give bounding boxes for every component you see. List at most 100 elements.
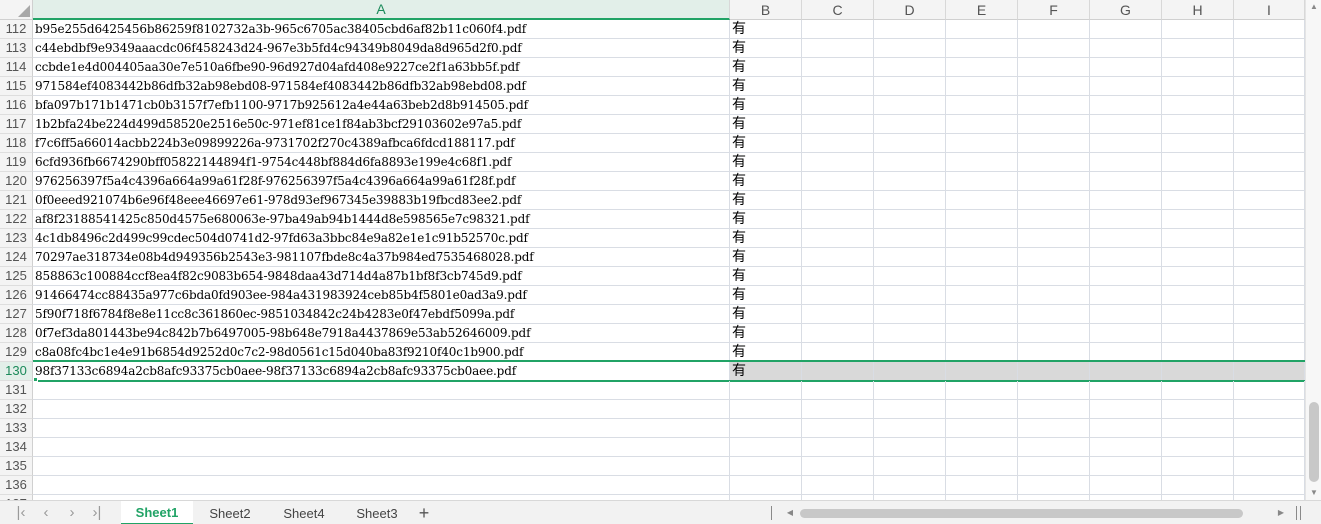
- add-sheet-button[interactable]: +: [414, 502, 434, 524]
- row-header[interactable]: 132: [0, 400, 33, 419]
- cell-i[interactable]: [1234, 419, 1305, 438]
- scroll-down-icon[interactable]: ▼: [1306, 486, 1321, 500]
- cell-e[interactable]: [946, 248, 1018, 267]
- tab-sheet3[interactable]: Sheet3: [342, 501, 412, 524]
- cell-i[interactable]: [1234, 438, 1305, 457]
- cell-e[interactable]: [946, 419, 1018, 438]
- cell-d[interactable]: [874, 134, 946, 153]
- row-header[interactable]: 135: [0, 457, 33, 476]
- cell-a[interactable]: [33, 400, 730, 419]
- horizontal-scrollbar[interactable]: ◀ ▶: [784, 506, 1287, 520]
- tab-sheet1[interactable]: Sheet1: [121, 501, 193, 524]
- cell-g[interactable]: [1090, 229, 1162, 248]
- cell-h[interactable]: [1162, 96, 1234, 115]
- cell-c[interactable]: [802, 267, 874, 286]
- cell-b[interactable]: 有: [730, 96, 802, 115]
- cell-a[interactable]: 976256397f5a4c4396a664a99a61f28f-9762563…: [33, 172, 730, 191]
- cell-c[interactable]: [802, 419, 874, 438]
- cell-h[interactable]: [1162, 267, 1234, 286]
- cell-f[interactable]: [1018, 96, 1090, 115]
- cell-a[interactable]: af8f23188541425c850d4575e680063e-97ba49a…: [33, 210, 730, 229]
- cell-c[interactable]: [802, 343, 874, 362]
- cell-b[interactable]: 有: [730, 58, 802, 77]
- tab-split-handle[interactable]: [771, 506, 772, 520]
- cell-c[interactable]: [802, 400, 874, 419]
- row-header[interactable]: 133: [0, 419, 33, 438]
- cell-c[interactable]: [802, 58, 874, 77]
- cell-f[interactable]: [1018, 248, 1090, 267]
- cell-a[interactable]: 1b2bfa24be224d499d58520e2516e50c-971ef81…: [33, 115, 730, 134]
- cell-h[interactable]: [1162, 134, 1234, 153]
- cell-b[interactable]: 有: [730, 286, 802, 305]
- scroll-up-icon[interactable]: ▲: [1306, 0, 1321, 14]
- cell-g[interactable]: [1090, 191, 1162, 210]
- cell-a[interactable]: [33, 419, 730, 438]
- tab-sheet4[interactable]: Sheet4: [269, 501, 339, 524]
- cell-i[interactable]: [1234, 191, 1305, 210]
- row-header[interactable]: 122: [0, 210, 33, 229]
- cell-g[interactable]: [1090, 419, 1162, 438]
- row-header[interactable]: 112: [0, 20, 33, 39]
- row-header[interactable]: 114: [0, 58, 33, 77]
- horizontal-scroll-thumb[interactable]: [800, 509, 1243, 518]
- cell-i[interactable]: [1234, 267, 1305, 286]
- cell-i[interactable]: [1234, 172, 1305, 191]
- cell-g[interactable]: [1090, 77, 1162, 96]
- cell-f[interactable]: [1018, 419, 1090, 438]
- cell-a[interactable]: 971584ef4083442b86dfb32ab98ebd08-971584e…: [33, 77, 730, 96]
- cell-a[interactable]: 98f37133c6894a2cb8afc93375cb0aee-98f3713…: [33, 362, 730, 381]
- cell-grid[interactable]: 112 b95e255d6425456b86259f8102732a3b-965c…: [0, 20, 1305, 500]
- cell-c[interactable]: [802, 438, 874, 457]
- cell-c[interactable]: [802, 362, 874, 381]
- cell-g[interactable]: [1090, 115, 1162, 134]
- cell-h[interactable]: [1162, 438, 1234, 457]
- cell-f[interactable]: [1018, 267, 1090, 286]
- cell-i[interactable]: [1234, 134, 1305, 153]
- vertical-scrollbar[interactable]: ▲ ▼: [1305, 0, 1321, 500]
- cell-e[interactable]: [946, 210, 1018, 229]
- cell-a[interactable]: 0f7ef3da801443be94c842b7b6497005-98b648e…: [33, 324, 730, 343]
- select-all-corner[interactable]: [0, 0, 33, 20]
- cell-h[interactable]: [1162, 476, 1234, 495]
- cell-a[interactable]: 5f90f718f6784f8e8e11cc8c361860ec-9851034…: [33, 305, 730, 324]
- cell-d[interactable]: [874, 58, 946, 77]
- cell-d[interactable]: [874, 248, 946, 267]
- vertical-scroll-thumb[interactable]: [1309, 402, 1319, 482]
- cell-i[interactable]: [1234, 20, 1305, 39]
- cell-a[interactable]: 858863c100884ccf8ea4f82c9083b654-9848daa…: [33, 267, 730, 286]
- cell-g[interactable]: [1090, 58, 1162, 77]
- cell-i[interactable]: [1234, 343, 1305, 362]
- cell-d[interactable]: [874, 172, 946, 191]
- cell-h[interactable]: [1162, 400, 1234, 419]
- cell-g[interactable]: [1090, 39, 1162, 58]
- cell-g[interactable]: [1090, 20, 1162, 39]
- cell-i[interactable]: [1234, 115, 1305, 134]
- row-header[interactable]: 117: [0, 115, 33, 134]
- cell-a[interactable]: 91466474cc88435a977c6bda0fd903ee-984a431…: [33, 286, 730, 305]
- cell-b[interactable]: 有: [730, 191, 802, 210]
- cell-d[interactable]: [874, 96, 946, 115]
- cell-i[interactable]: [1234, 476, 1305, 495]
- cell-b[interactable]: [730, 476, 802, 495]
- column-header-c[interactable]: C: [802, 0, 874, 20]
- cell-i[interactable]: [1234, 229, 1305, 248]
- cell-d[interactable]: [874, 362, 946, 381]
- cell-a[interactable]: 70297ae318734e08b4d949356b2543e3-981107f…: [33, 248, 730, 267]
- cell-e[interactable]: [946, 324, 1018, 343]
- cell-b[interactable]: 有: [730, 362, 802, 381]
- cell-d[interactable]: [874, 381, 946, 400]
- cell-h[interactable]: [1162, 77, 1234, 96]
- cell-b[interactable]: 有: [730, 343, 802, 362]
- first-sheet-icon[interactable]: |‹: [10, 503, 32, 523]
- cell-g[interactable]: [1090, 343, 1162, 362]
- cell-e[interactable]: [946, 267, 1018, 286]
- cell-g[interactable]: [1090, 153, 1162, 172]
- cell-c[interactable]: [802, 77, 874, 96]
- column-header-d[interactable]: D: [874, 0, 946, 20]
- cell-f[interactable]: [1018, 172, 1090, 191]
- cell-a[interactable]: c44ebdbf9e9349aaacdc06f458243d24-967e3b5…: [33, 39, 730, 58]
- cell-h[interactable]: [1162, 58, 1234, 77]
- cell-c[interactable]: [802, 96, 874, 115]
- cell-a[interactable]: [33, 457, 730, 476]
- cell-a[interactable]: [33, 438, 730, 457]
